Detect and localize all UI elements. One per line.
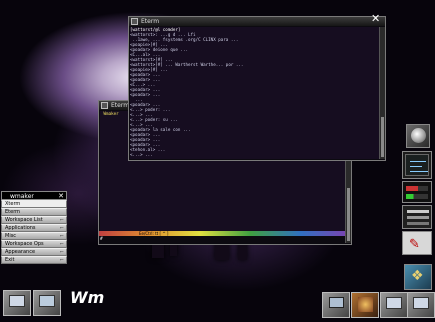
system-monitor-icon: [406, 186, 428, 191]
terminal-icon: [386, 297, 402, 309]
submenu-arrow-icon: ⌐: [59, 249, 64, 255]
menu-item-label: Workspace Ops: [5, 241, 44, 247]
menu-titlebar[interactable]: wmaker ✕: [1, 191, 67, 200]
menu-item-label: Exit: [5, 257, 15, 263]
submenu-arrow-icon: ⌐: [59, 225, 64, 231]
mail-icon: ✎: [409, 237, 420, 252]
terminal-front-title: Eterm: [141, 18, 160, 25]
settings-icon: ❖: [411, 268, 424, 284]
menu-item-xterm[interactable]: Xterm: [1, 200, 67, 208]
menu-item-label: Misc: [5, 233, 17, 239]
taskbar-app-1[interactable]: [3, 290, 31, 316]
terminal-icon: [413, 297, 429, 309]
dock-app-mail[interactable]: ✎: [402, 231, 432, 255]
terminal-window-front[interactable]: Eterm [wattorst/@l comder] <wattorst>: ..…: [128, 16, 386, 161]
terminal-back-statusbar: Ee/Ctrl: tt [ ^ ]: [99, 231, 351, 236]
submenu-arrow-icon: ⌐: [59, 217, 64, 223]
computer-icon: [329, 297, 344, 308]
dock-app-clock[interactable]: [402, 151, 432, 179]
taskbar-app-image[interactable]: [351, 292, 379, 318]
menu-items: Xterm Eterm Workspace List ⌐ Applications ⌐ Mi…: [1, 200, 67, 264]
menu-item-workspace-ops[interactable]: Workspace Ops ⌐: [1, 240, 67, 248]
dock-app-gnu[interactable]: [406, 124, 430, 148]
menu-item-misc[interactable]: Misc ⌐: [1, 232, 67, 240]
taskbar-app-term-3[interactable]: [380, 292, 408, 318]
menu-item-applications[interactable]: Applications ⌐: [1, 224, 67, 232]
taskbar-app-term-4[interactable]: [407, 292, 435, 318]
taskbar-app-computer[interactable]: [322, 292, 350, 318]
clock-icon: [405, 154, 429, 176]
menu-item-label: Eterm: [5, 209, 21, 215]
workspace-label: Wm: [70, 288, 105, 307]
terminal-front-output[interactable]: [wattorst/@l comder] <wattorst>: ...g d .…: [130, 27, 379, 159]
miniaturize-icon[interactable]: [101, 102, 108, 109]
terminal-icon: [39, 295, 55, 307]
miniaturize-icon[interactable]: [131, 18, 138, 25]
menu-item-label: Xterm: [5, 201, 21, 207]
menu-item-exit[interactable]: Exit ⌐: [1, 256, 67, 264]
scrollbar-thumb[interactable]: [347, 188, 350, 241]
terminal-front-scrollbar[interactable]: [379, 27, 385, 159]
menu-title: wmaker: [10, 193, 34, 200]
dock-app-mixer[interactable]: [402, 205, 432, 229]
menu-item-eterm[interactable]: Eterm: [1, 208, 67, 216]
terminal-icon: [9, 295, 25, 307]
menu-item-workspace-list[interactable]: Workspace List ⌐: [1, 216, 67, 224]
menu-item-label: Applications: [5, 225, 36, 231]
submenu-arrow-icon: ⌐: [59, 233, 64, 239]
dock-app-settings[interactable]: ❖: [404, 264, 432, 290]
wmaker-root-menu[interactable]: wmaker ✕ Xterm Eterm Workspace List ⌐ Applic…: [1, 191, 67, 264]
dock-app-monitor[interactable]: [402, 181, 432, 203]
image-viewer-icon: [358, 297, 373, 312]
menu-item-label: Appearance: [5, 249, 36, 255]
taskbar-app-2[interactable]: [33, 290, 61, 316]
mixer-icon: [407, 210, 429, 213]
menu-item-label: Workspace List: [5, 217, 43, 223]
window-close-icon[interactable]: ✕: [371, 12, 380, 25]
menu-item-appearance[interactable]: Appearance ⌐: [1, 248, 67, 256]
terminal-back-prompt: #: [100, 237, 103, 242]
submenu-arrow-icon: ⌐: [59, 241, 64, 247]
submenu-arrow-icon: ⌐: [59, 257, 64, 263]
scrollbar-thumb[interactable]: [381, 117, 384, 157]
gnu-logo-icon: [411, 128, 426, 143]
terminal-front-titlebar[interactable]: Eterm: [129, 17, 385, 26]
terminal-line: <...> ...: [130, 152, 156, 157]
terminal-back-title: Eterm: [111, 102, 130, 109]
